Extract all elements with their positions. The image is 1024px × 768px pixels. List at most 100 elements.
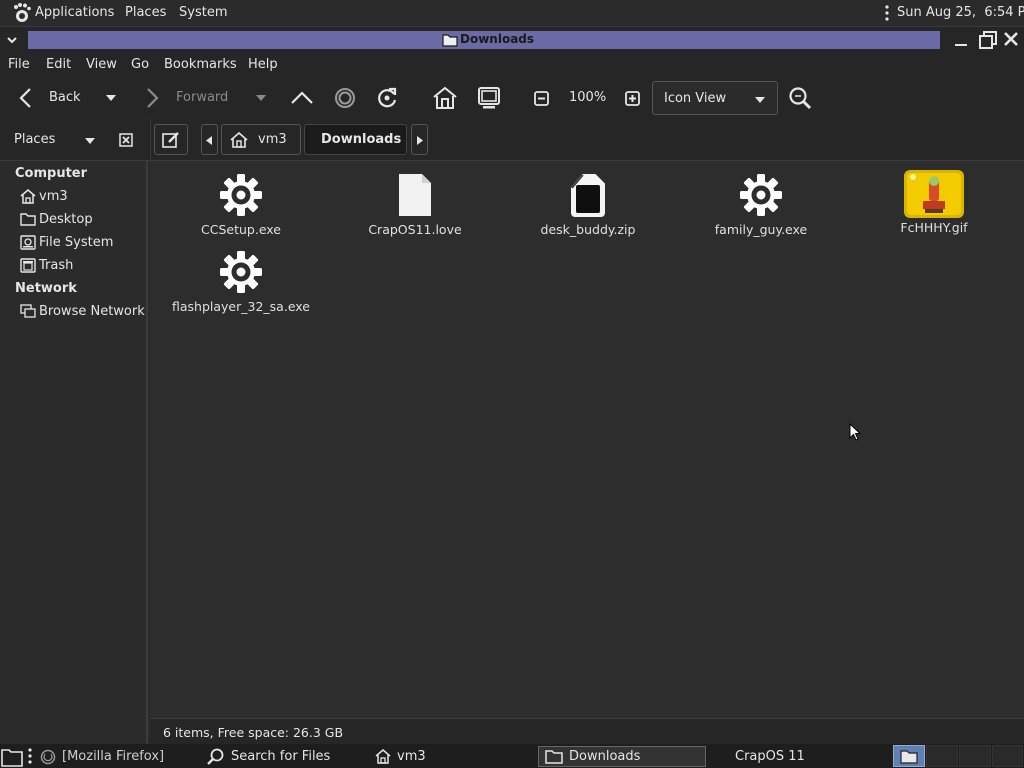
file-name: FcHHHY.gif bbox=[900, 220, 968, 235]
sidebar-item-label: File System bbox=[39, 234, 114, 250]
title-folder-icon bbox=[442, 33, 458, 47]
forward-button[interactable]: Forward bbox=[176, 90, 228, 105]
view-mode-select[interactable]: Icon View bbox=[652, 81, 778, 115]
task-crapos11[interactable]: CrapOS 11 bbox=[729, 746, 879, 767]
crumb-scroll-left[interactable] bbox=[201, 124, 218, 155]
mouse-cursor-icon bbox=[849, 423, 861, 441]
menu-bookmarks[interactable]: Bookmarks bbox=[164, 57, 237, 72]
file-item[interactable]: CrapOS11.love bbox=[330, 172, 500, 237]
up-icon[interactable] bbox=[290, 89, 314, 107]
back-arrow-icon[interactable] bbox=[16, 87, 36, 109]
file-name: desk_buddy.zip bbox=[540, 222, 636, 237]
crumb-vm3[interactable]: vm3 bbox=[221, 124, 301, 155]
archive-icon bbox=[565, 172, 611, 218]
menu-help[interactable]: Help bbox=[248, 57, 278, 72]
stop-icon[interactable] bbox=[334, 87, 356, 109]
location-bar: Places vm3 Downloads bbox=[0, 119, 1024, 161]
reload-icon[interactable] bbox=[375, 86, 399, 110]
gif-thumbnail bbox=[903, 169, 965, 219]
workspace-2[interactable] bbox=[926, 745, 958, 767]
task-downloads[interactable]: Downloads bbox=[538, 746, 706, 767]
window-menu-icon[interactable] bbox=[5, 33, 19, 47]
panel-handle-icon bbox=[28, 748, 32, 764]
maximize-icon[interactable] bbox=[979, 31, 997, 49]
places-label[interactable]: Places bbox=[14, 132, 55, 147]
home-icon bbox=[20, 188, 36, 204]
zoom-out-icon[interactable] bbox=[534, 91, 549, 106]
sidebar-item-label: vm3 bbox=[39, 188, 68, 204]
gnome-foot-icon[interactable] bbox=[11, 2, 33, 24]
network-icon bbox=[20, 303, 36, 319]
file-icon-view[interactable]: CCSetup.exe CrapOS11.love desk_buddy.zip… bbox=[150, 161, 1024, 718]
menu-edit[interactable]: Edit bbox=[46, 57, 71, 72]
sidebar-item-trash[interactable]: Trash bbox=[20, 255, 73, 275]
applications-menu[interactable]: Applications bbox=[35, 5, 114, 20]
folder-icon bbox=[20, 212, 36, 226]
chevron-down-icon bbox=[754, 96, 766, 104]
computer-icon[interactable] bbox=[477, 86, 501, 110]
forward-arrow-icon[interactable] bbox=[142, 87, 162, 109]
menu-file[interactable]: File bbox=[8, 57, 30, 72]
clock[interactable]: Sun Aug 25, 6:54 PM bbox=[897, 5, 1024, 20]
crumb-downloads[interactable]: Downloads bbox=[304, 124, 407, 155]
minimize-icon[interactable] bbox=[953, 32, 969, 48]
zoom-in-icon[interactable] bbox=[625, 91, 640, 106]
file-item[interactable]: FcHHHY.gif bbox=[849, 169, 1019, 235]
search-icon[interactable] bbox=[788, 86, 812, 110]
task-label: CrapOS 11 bbox=[735, 749, 805, 764]
gear-icon bbox=[738, 172, 784, 218]
edit-location-button[interactable] bbox=[154, 124, 188, 155]
back-button[interactable]: Back bbox=[49, 90, 81, 105]
menu-go[interactable]: Go bbox=[131, 57, 149, 72]
file-name: flashplayer_32_sa.exe bbox=[172, 299, 310, 314]
top-panel: Applications Places System Sun Aug 25, 6… bbox=[0, 0, 1024, 26]
workspace-4[interactable] bbox=[992, 745, 1023, 767]
file-item[interactable]: family_guy.exe bbox=[676, 172, 846, 237]
blank-file-icon bbox=[392, 172, 438, 218]
workspace-1[interactable] bbox=[893, 745, 925, 767]
sidebar-item-vm3[interactable]: vm3 bbox=[20, 186, 68, 206]
sidebar-item-desktop[interactable]: Desktop bbox=[20, 209, 93, 229]
task-search-for-files[interactable]: Search for Files bbox=[201, 746, 366, 767]
home-icon[interactable] bbox=[432, 86, 458, 110]
file-item[interactable]: flashplayer_32_sa.exe bbox=[156, 249, 326, 314]
task-label: Downloads bbox=[569, 749, 641, 764]
crumb-scroll-right[interactable] bbox=[411, 124, 428, 155]
file-item[interactable]: desk_buddy.zip bbox=[503, 172, 673, 237]
file-name: CrapOS11.love bbox=[368, 222, 462, 237]
sidebar-item-label: Desktop bbox=[39, 211, 93, 227]
close-sidebar-icon[interactable] bbox=[119, 133, 133, 147]
taskbar: [Mozilla Firefox] Search for Files vm3 D… bbox=[0, 744, 1024, 768]
show-desktop-icon[interactable] bbox=[1, 747, 23, 767]
menu-view[interactable]: View bbox=[86, 57, 117, 72]
sidebar-item-label: Browse Network bbox=[39, 303, 145, 319]
back-history-dropdown-icon[interactable] bbox=[105, 94, 117, 102]
home-icon bbox=[230, 132, 248, 148]
firefox-icon bbox=[40, 749, 56, 765]
window-title: Downloads bbox=[460, 32, 535, 46]
places-dropdown-icon[interactable] bbox=[84, 137, 96, 145]
task-label: Search for Files bbox=[231, 749, 331, 764]
title-bar[interactable]: Downloads bbox=[0, 26, 1024, 52]
file-name: family_guy.exe bbox=[714, 222, 808, 237]
task-firefox[interactable]: [Mozilla Firefox] bbox=[34, 746, 199, 767]
workspace-3[interactable] bbox=[959, 745, 991, 767]
sidebar-item-label: Trash bbox=[39, 257, 74, 273]
toolbar: Back Forward 100% Icon View bbox=[0, 77, 1024, 119]
status-text: 6 items, Free space: 26.3 GB bbox=[163, 725, 344, 740]
edit-pencil-icon bbox=[162, 131, 180, 149]
crumb-downloads-label: Downloads bbox=[321, 132, 402, 147]
gear-icon bbox=[218, 172, 264, 218]
task-vm3[interactable]: vm3 bbox=[369, 746, 534, 767]
places-menu[interactable]: Places bbox=[125, 5, 166, 20]
sidebar-item-browse-network[interactable]: Browse Network bbox=[20, 301, 145, 321]
file-name: CCSetup.exe bbox=[201, 222, 281, 237]
file-item[interactable]: CCSetup.exe bbox=[156, 172, 326, 237]
system-menu[interactable]: System bbox=[179, 5, 227, 20]
sidebar-item-file-system[interactable]: File System bbox=[20, 232, 113, 252]
close-icon[interactable] bbox=[1003, 31, 1019, 47]
zoom-level[interactable]: 100% bbox=[569, 90, 606, 105]
forward-history-dropdown-icon[interactable] bbox=[255, 94, 267, 102]
folder-icon bbox=[545, 749, 563, 764]
trash-icon bbox=[20, 257, 36, 273]
